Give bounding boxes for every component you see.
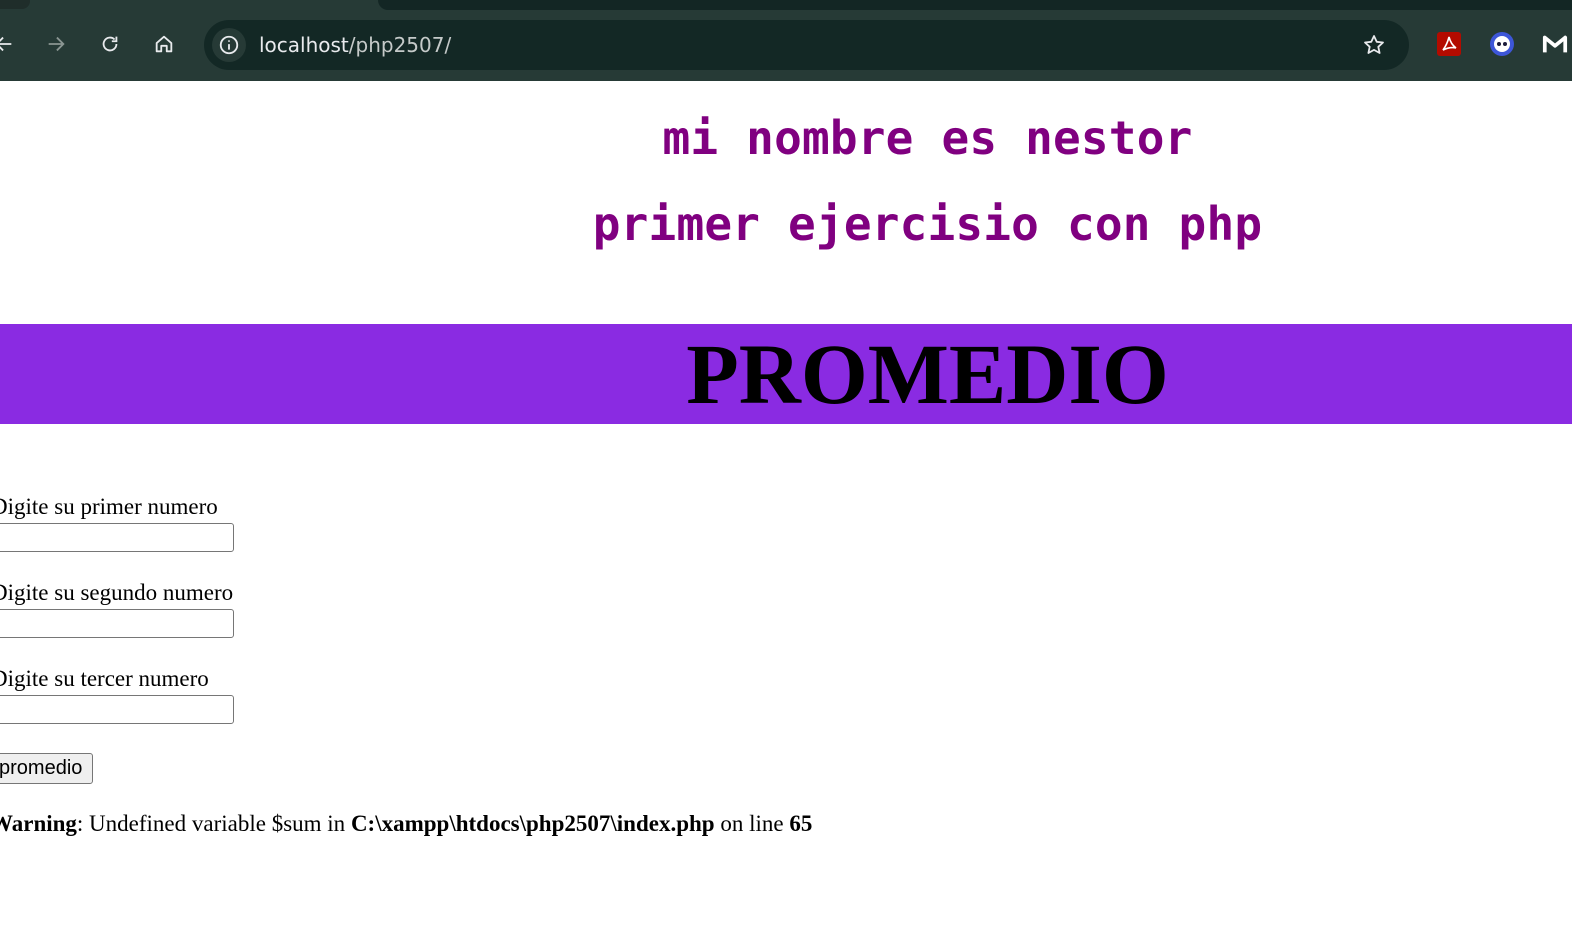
promedio-submit-button[interactable]: promedio — [0, 753, 94, 784]
third-number-input[interactable] — [0, 695, 234, 724]
bookmark-button[interactable] — [1361, 32, 1387, 58]
second-number-label: Digite su segundo numero — [0, 580, 234, 605]
heading-subtitle: primer ejercisio con php — [592, 197, 1263, 251]
url-host: localhost — [259, 33, 349, 57]
mask-extension[interactable] — [1489, 31, 1515, 57]
address-bar[interactable]: localhost/php2507/ — [204, 20, 1409, 70]
first-number-input[interactable] — [0, 523, 234, 552]
banner-title: PROMEDIO — [686, 326, 1169, 422]
home-button[interactable] — [150, 30, 178, 58]
second-number-input[interactable] — [0, 609, 234, 638]
back-button[interactable] — [0, 30, 18, 58]
home-icon — [155, 35, 173, 53]
first-number-label: Digite su primer numero — [0, 494, 218, 519]
tab-left-edge[interactable] — [0, 0, 30, 9]
acrobat-icon — [1437, 32, 1461, 56]
page-content: mi nombre es nestor primer ejercisio con… — [0, 81, 1572, 934]
tab-strip — [0, 0, 1572, 14]
info-icon — [219, 35, 239, 55]
warning-prefix: Warning — [0, 811, 77, 836]
warning-file: C:\xampp\htdocs\php2507\index.php — [350, 811, 715, 836]
warning-line-number: 65 — [789, 811, 813, 836]
tab-right-edge[interactable] — [378, 0, 1572, 10]
php-warning-message: Warning: Undefined variable $sum in C:\x… — [0, 811, 812, 837]
malwarebytes-extension[interactable] — [1542, 31, 1568, 57]
third-number-label: Digite su tercer numero — [0, 666, 209, 691]
back-arrow-icon — [0, 36, 12, 52]
title-banner: PROMEDIO — [0, 324, 1572, 424]
warning-text: : Undefined variable $sum in — [76, 811, 351, 836]
forward-arrow-icon — [48, 36, 65, 52]
reload-icon — [102, 36, 118, 52]
forward-button[interactable] — [42, 30, 70, 58]
acrobat-extension[interactable] — [1436, 31, 1462, 57]
reload-button[interactable] — [96, 30, 124, 58]
bitwarden-like-icon — [1490, 32, 1514, 56]
malwarebytes-icon — [1542, 35, 1568, 53]
warning-line-text: on line — [714, 811, 790, 836]
browser-toolbar: localhost/php2507/ — [0, 14, 1572, 81]
heading-name: mi nombre es nestor — [662, 111, 1193, 165]
site-info-button[interactable] — [212, 28, 246, 62]
url-text[interactable]: localhost/php2507/ — [259, 33, 451, 57]
url-path: /php2507/ — [348, 33, 452, 57]
star-icon — [1364, 35, 1384, 54]
